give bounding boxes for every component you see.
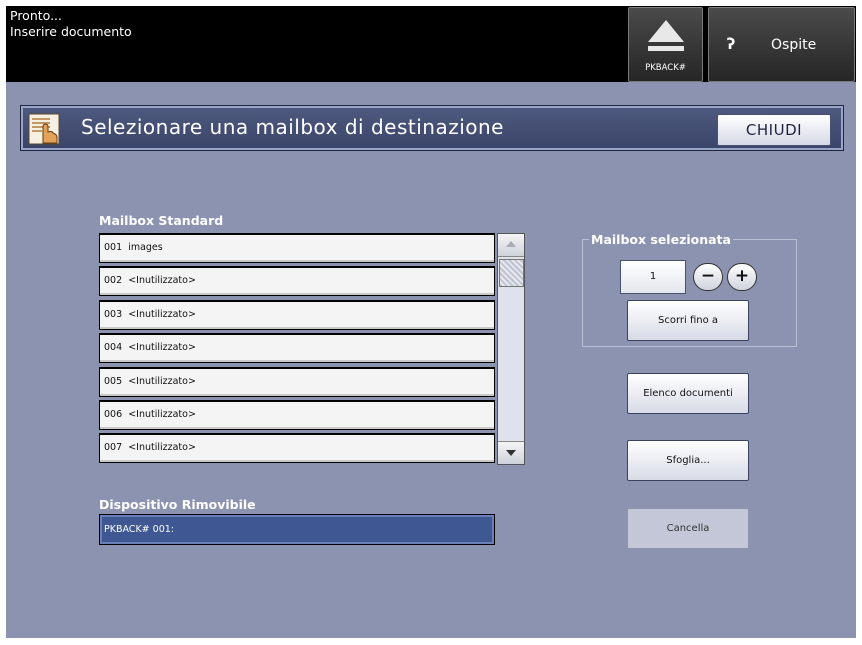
mailbox-name: <Inutilizzato> [128,342,196,354]
dialog-title-bar: Selezionare una mailbox di destinazione … [20,105,844,151]
mailbox-row[interactable]: 005 <Inutilizzato> [99,366,495,397]
mailbox-number: 005 [104,375,123,387]
selected-mailbox-input[interactable]: 1 [620,260,686,294]
removable-device-label: Dispositivo Rimovibile [99,497,256,512]
mailbox-name: <Inutilizzato> [128,275,196,287]
mailbox-row-text: 006 <Inutilizzato> [104,409,196,420]
scroll-down-arrow-icon[interactable] [498,441,524,464]
decrement-button[interactable]: − [693,263,723,291]
mailbox-number: 001 [104,242,123,253]
mailbox-row-text: 002 <Inutilizzato> [104,275,196,286]
mailbox-row-text: 004 <Inutilizzato> [104,342,196,353]
status-message: Inserire documento [10,24,132,39]
mailbox-number: 006 [104,408,123,420]
mailbox-number: 007 [104,442,123,454]
mailbox-row-text: 007 <Inutilizzato> [104,442,196,453]
mailbox-name: images [128,242,163,253]
document-list-button[interactable]: Elenco documenti [627,373,749,414]
mailbox-row[interactable]: 007 <Inutilizzato> [99,433,495,464]
scroll-thumb[interactable] [499,259,524,287]
mailbox-row[interactable]: 003 <Inutilizzato> [99,299,495,330]
mailbox-name: <Inutilizzato> [128,375,196,387]
eject-button[interactable]: PKBACK# [628,7,703,82]
eject-icon [648,20,684,42]
mailbox-row-text: 005 <Inutilizzato> [104,376,196,387]
dialog-title: Selezionare una mailbox di destinazione [81,115,504,139]
removable-device-value: PKBACK# 001: [104,524,174,535]
mailbox-number: 003 [104,308,123,320]
mailbox-row-text: 001 images [104,242,163,253]
close-button[interactable]: CHIUDI [717,114,831,146]
user-button-label: Ospite [771,37,817,53]
browse-button[interactable]: Sfoglia... [627,440,749,481]
mailbox-row[interactable]: 001 images [99,233,495,263]
hand-pointer-icon [28,113,60,145]
user-button[interactable]: ʔ Ospite [708,7,855,82]
mailbox-list: 001 images 002 <Inutilizzato> 003 <Inuti… [99,233,495,467]
mailbox-name: <Inutilizzato> [128,408,196,420]
removable-device-row[interactable]: PKBACK# 001: [99,514,495,545]
mailbox-number: 002 [104,275,123,287]
mailbox-scrollbar[interactable] [497,233,525,465]
guest-user-icon: ʔ [726,35,736,53]
increment-button[interactable]: + [727,263,757,291]
selected-mailbox-label: Mailbox selezionata [589,232,733,247]
mailbox-name: <Inutilizzato> [128,442,196,454]
scroll-up-arrow-icon[interactable] [498,234,524,257]
status-bar: Pronto... Inserire documento PKBACK# ʔ O… [6,6,856,82]
mailbox-standard-label: Mailbox Standard [99,213,224,228]
scroll-to-button[interactable]: Scorri fino a [627,300,749,341]
mailbox-row[interactable]: 006 <Inutilizzato> [99,399,495,430]
screen: Pronto... Inserire documento PKBACK# ʔ O… [6,6,856,638]
mailbox-number: 004 [104,342,123,354]
mailbox-row[interactable]: 002 <Inutilizzato> [99,266,495,297]
mailbox-name: <Inutilizzato> [128,308,196,320]
mailbox-row-text: 003 <Inutilizzato> [104,309,196,320]
status-text: Pronto... [10,8,63,23]
delete-button[interactable]: Cancella [627,508,749,549]
mailbox-row[interactable]: 004 <Inutilizzato> [99,333,495,364]
eject-button-label: PKBACK# [645,63,686,73]
eject-icon-bar [648,46,684,51]
